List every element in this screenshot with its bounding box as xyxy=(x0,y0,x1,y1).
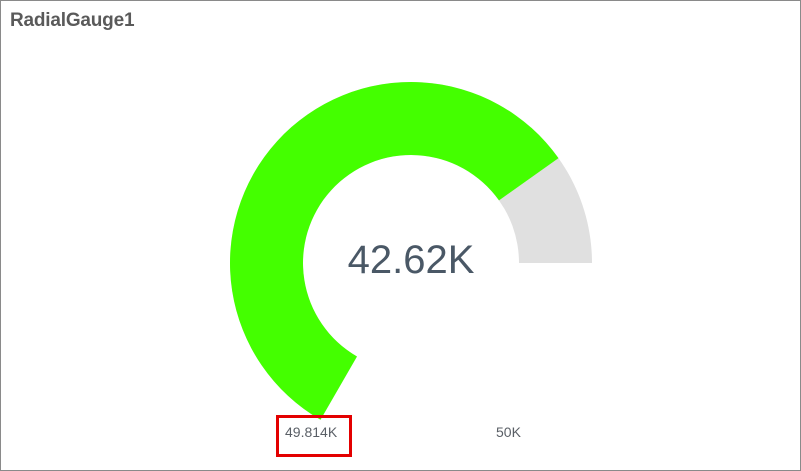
radial-gauge: 42.62K xyxy=(230,81,592,420)
min-label-highlight xyxy=(276,415,352,457)
gauge-max-label: 50K xyxy=(496,424,521,440)
gauge-value-text: 42.62K xyxy=(348,238,475,282)
gauge-widget: RadialGauge1 42.62K 49.814K 50K xyxy=(0,0,801,471)
